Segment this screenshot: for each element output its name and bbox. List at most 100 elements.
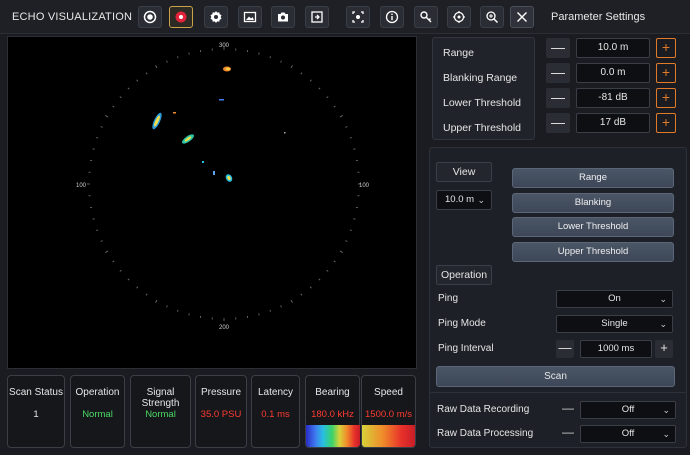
lower-threshold-value[interactable]: -81 dB: [576, 88, 650, 108]
radar-tick: [112, 105, 115, 108]
echo-blob: [223, 66, 231, 72]
radar-tick: [290, 299, 293, 303]
view-upper-threshold-button[interactable]: Upper Threshold: [512, 242, 674, 262]
zoom-button[interactable]: [480, 6, 504, 28]
radar-tick: [112, 260, 115, 263]
radar-tick: [166, 60, 168, 63]
range-increment-button[interactable]: +: [656, 38, 676, 58]
ping-label: Ping: [438, 293, 459, 304]
ping-interval-increment-button[interactable]: +: [655, 340, 673, 358]
radar-label-bottom: 200: [219, 325, 230, 331]
info-button[interactable]: [380, 6, 404, 28]
status-value: 35.0 PSU: [200, 409, 242, 420]
radar-tick: [127, 278, 130, 281]
raw-processing-select[interactable]: Off ⌄: [580, 425, 676, 443]
view-blanking-button[interactable]: Blanking: [512, 193, 674, 213]
radar-tick: [100, 126, 103, 128]
status-value: 1500.0 m/s: [365, 409, 412, 420]
chevron-down-icon: ⌄: [477, 195, 485, 205]
echo-blob: [219, 99, 224, 101]
info-icon: [385, 10, 399, 24]
radar-tick: [349, 137, 352, 139]
range-value[interactable]: 10.0 m: [576, 38, 650, 58]
image-icon: [243, 11, 257, 23]
camera-button[interactable]: [271, 6, 295, 28]
range-decrement-button[interactable]: —: [546, 38, 570, 58]
view-lower-threshold-button[interactable]: Lower Threshold: [512, 217, 674, 237]
status-card-bearing: Bearing 180.0 kHz: [305, 375, 360, 448]
record-button[interactable]: [169, 6, 193, 28]
range-stepper: — 10.0 m +: [546, 38, 689, 58]
status-label: Pressure: [200, 387, 241, 398]
echo-blob: [202, 161, 204, 163]
upper-threshold-stepper: — 17 dB +: [546, 113, 689, 133]
scan-button[interactable]: Scan: [436, 366, 675, 387]
upper-threshold-label: Upper Threshold: [443, 122, 522, 134]
key-button[interactable]: [414, 6, 438, 28]
operation-tab[interactable]: Operation: [436, 265, 492, 285]
status-label: Bearing: [315, 387, 350, 398]
radar-tick: [258, 52, 260, 55]
ping-select[interactable]: On ⌄: [556, 290, 673, 308]
status-label: Speed: [374, 387, 403, 398]
radar-tick: [339, 115, 343, 118]
raw-recording-select[interactable]: Off ⌄: [580, 401, 676, 419]
parameter-labels: Range Blanking Range Lower Threshold Upp…: [432, 37, 535, 140]
app-title: ECHO VISUALIZATION: [12, 11, 133, 23]
zoom-icon: [486, 11, 499, 24]
echo-radar-display[interactable]: 300 200 100 100: [7, 36, 417, 369]
ping-interval-decrement-button[interactable]: —: [556, 340, 574, 358]
status-card-operation: Operation Normal: [70, 375, 125, 448]
radar-tick: [349, 229, 352, 231]
view-range-button[interactable]: Range: [512, 168, 674, 188]
blanking-range-decrement-button[interactable]: —: [546, 63, 570, 83]
radar-tick: [300, 72, 303, 75]
target-button[interactable]: [447, 6, 471, 28]
status-value: Normal: [145, 409, 176, 420]
status-label: Operation: [75, 387, 120, 398]
radar-tick: [269, 56, 271, 59]
export-button[interactable]: [305, 6, 329, 28]
settings-button[interactable]: [204, 6, 228, 28]
radar-tick: [309, 286, 312, 289]
upper-threshold-decrement-button[interactable]: —: [546, 113, 570, 133]
status-card-latency: Latency 0.1 ms: [251, 375, 300, 448]
focus-button[interactable]: [346, 6, 370, 28]
status-label: Latency: [257, 387, 294, 398]
radar-tick: [92, 218, 95, 220]
ping-value: On: [608, 293, 621, 304]
lower-threshold-label: Lower Threshold: [443, 97, 522, 109]
echo-blob: [152, 112, 162, 130]
record-active-icon: [175, 11, 187, 23]
color-spectrum-bar: [306, 425, 360, 447]
ping-mode-value: Single: [601, 318, 628, 329]
radar-tick: [280, 60, 282, 63]
lower-threshold-decrement-button[interactable]: —: [546, 88, 570, 108]
parameter-group: Range Blanking Range Lower Threshold Upp…: [432, 37, 685, 140]
view-range-value: 10.0 m: [445, 194, 475, 205]
status-card-pressure: Pressure 35.0 PSU: [195, 375, 247, 448]
radar-tick: [177, 309, 179, 312]
radar-tick: [345, 126, 348, 128]
view-range-select[interactable]: 10.0 m ⌄: [436, 190, 492, 210]
upper-threshold-increment-button[interactable]: +: [656, 113, 676, 133]
blanking-range-increment-button[interactable]: +: [656, 63, 676, 83]
ping-mode-select[interactable]: Single ⌄: [556, 315, 673, 333]
record-circle-button[interactable]: [138, 6, 162, 28]
echo-blob: [225, 174, 233, 182]
radar-tick: [258, 313, 260, 316]
status-value: Normal: [82, 409, 113, 420]
view-tab[interactable]: View: [436, 162, 492, 182]
chevron-down-icon: ⌄: [659, 294, 667, 304]
lower-threshold-increment-button[interactable]: +: [656, 88, 676, 108]
radar-tick: [119, 96, 122, 99]
echo-blob: [182, 134, 194, 144]
radar-label-right: 100: [359, 183, 370, 189]
blanking-range-value[interactable]: 0.0 m: [576, 63, 650, 83]
image-button[interactable]: [238, 6, 262, 28]
upper-threshold-value[interactable]: 17 dB: [576, 113, 650, 133]
radar-tick: [96, 137, 99, 139]
blanking-range-stepper: — 0.0 m +: [546, 63, 689, 83]
close-button[interactable]: [510, 6, 534, 28]
ping-interval-value[interactable]: 1000 ms: [580, 340, 652, 358]
